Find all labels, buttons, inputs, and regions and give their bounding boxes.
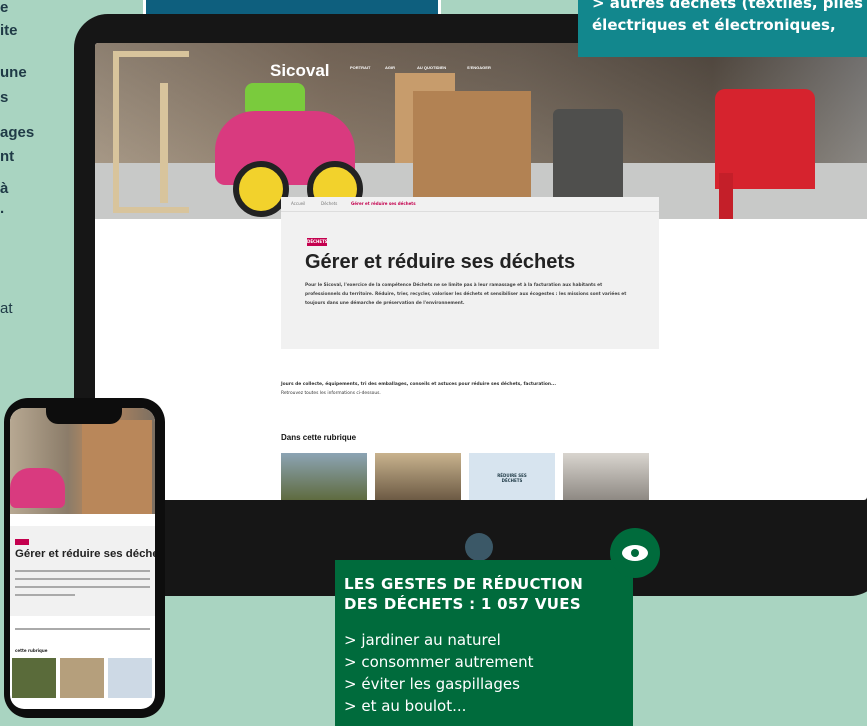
breadcrumb-current: Gérer et réduire ses déchets xyxy=(351,201,416,206)
subtitle-bold: Jours de collecte, équipements, tri des … xyxy=(281,382,557,387)
stats-list: > jardiner au naturel > consommer autrem… xyxy=(344,629,534,717)
phone-notch xyxy=(46,408,122,424)
breadcrumb-home[interactable]: Accueil xyxy=(291,201,305,206)
left-line-5: nt xyxy=(0,148,15,165)
phone-screen: Gérer et réduire ses déchets cette rubri… xyxy=(10,408,155,709)
page-header-card: Accueil Déchets Gérer et réduire ses déc… xyxy=(281,197,659,349)
phone-page-title: Gérer et réduire ses déchets xyxy=(15,548,155,560)
stats-callout: LES GESTES DE RÉDUCTION DES DÉCHETS : 1 … xyxy=(335,560,633,726)
rubrique-thumb-4[interactable] xyxy=(563,453,649,500)
teal-line-2: électriques et électroniques, xyxy=(592,16,836,34)
phone-thumb-2[interactable] xyxy=(60,658,104,698)
page-title: Gérer et réduire ses déchets xyxy=(305,251,576,273)
hero-image: Sicoval PORTRAIT AGIR AU QUOTIDIEN S'ENG… xyxy=(95,43,867,219)
left-line-7: . xyxy=(0,200,5,217)
nav-item-portrait[interactable]: PORTRAIT xyxy=(350,65,370,70)
list-item: > et au boulot... xyxy=(344,697,467,715)
thumb-label: RÉDUIRE SES DÉCHETS xyxy=(497,473,527,483)
left-line-0: e xyxy=(0,0,9,16)
eye-icon xyxy=(610,528,660,578)
page-intro: Pour le Sicoval, l'exercice de la compét… xyxy=(305,283,627,306)
phone-category-tag xyxy=(15,539,29,545)
rubrique-thumb-3[interactable]: RÉDUIRE SES DÉCHETS xyxy=(469,453,555,500)
breadcrumb: Accueil Déchets Gérer et réduire ses déc… xyxy=(281,197,659,212)
rubrique-thumb-1[interactable] xyxy=(281,453,367,500)
list-item: > éviter les gaspillages xyxy=(344,675,520,693)
phone-header-card: Gérer et réduire ses déchets xyxy=(10,526,155,616)
rubrique-heading: Dans cette rubrique xyxy=(281,433,357,442)
tablet-home-button xyxy=(465,533,493,561)
site-logo-text: Sicoval xyxy=(270,61,330,80)
rubrique-thumb-2[interactable] xyxy=(375,453,461,500)
nav-item-quotidien[interactable]: AU QUOTIDIEN xyxy=(417,65,446,70)
phone-thumb-3[interactable] xyxy=(108,658,152,698)
left-line-4: ages xyxy=(0,124,35,141)
left-line-2: une xyxy=(0,64,27,81)
teal-callout: > autres déchets (textiles, piles électr… xyxy=(578,0,867,57)
left-line-1: ite xyxy=(0,22,18,39)
page-subtitle: Jours de collecte, équipements, tri des … xyxy=(281,380,681,398)
site-logo[interactable]: Sicoval xyxy=(270,61,330,81)
left-line-3: s xyxy=(0,89,9,106)
nav-item-agir[interactable]: AGIR xyxy=(385,65,395,70)
subtitle-rest: Retrouvez toutes les informations ci-des… xyxy=(281,391,381,396)
category-tag: DÉCHETS xyxy=(307,238,328,246)
stats-title: LES GESTES DE RÉDUCTION DES DÉCHETS : 1 … xyxy=(344,574,583,614)
breadcrumb-dechets[interactable]: Déchets xyxy=(321,201,337,206)
left-tail-text: at xyxy=(0,300,13,317)
nav-item-engager[interactable]: S'ENGAGER xyxy=(467,65,491,70)
list-item: > consommer autrement xyxy=(344,653,534,671)
stats-title-line-1: LES GESTES DE RÉDUCTION xyxy=(344,575,584,593)
stats-title-line-2: DES DÉCHETS : 1 057 VUES xyxy=(344,595,581,613)
phone-thumb-1[interactable] xyxy=(12,658,56,698)
teal-line-1: > autres déchets (textiles, piles xyxy=(592,0,863,12)
list-item: > jardiner au naturel xyxy=(344,631,501,649)
tablet-screen: Sicoval PORTRAIT AGIR AU QUOTIDIEN S'ENG… xyxy=(95,43,867,500)
phone-rubrique-heading: cette rubrique xyxy=(15,648,48,653)
